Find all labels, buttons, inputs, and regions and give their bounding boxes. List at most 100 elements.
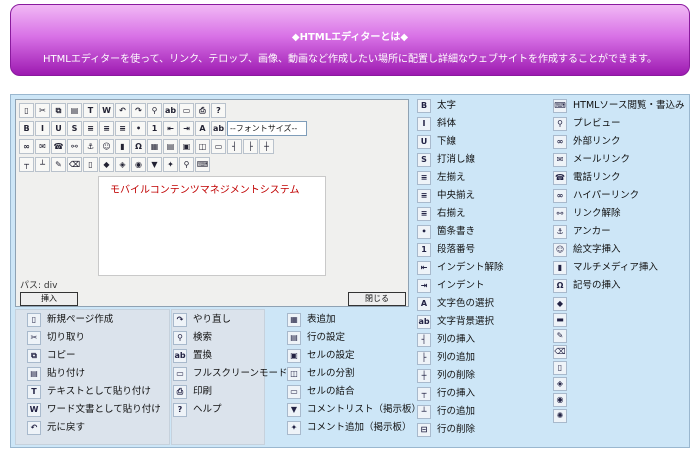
toolbar-row-3: ∞ ✉ ☎ ⚯ ⚓ ☺ ▮ Ω ▦ ▤ ▣ ◫ ▭ ┤ ├ ┼ <box>19 139 274 155</box>
insert-row-icon[interactable]: ┬ <box>19 157 34 172</box>
paste-icon: ▤ <box>27 367 41 381</box>
background-color-icon[interactable]: ab <box>211 121 226 136</box>
add-col-icon[interactable]: ├ <box>243 139 258 154</box>
split-cell-icon: ◫ <box>287 367 301 381</box>
delete-row-icon: ⊟ <box>417 423 431 437</box>
legend-item: ⇥ インデント <box>417 277 504 295</box>
undo-icon[interactable]: ↶ <box>115 103 130 118</box>
anchor-icon[interactable]: ⚓ <box>83 139 98 154</box>
legend-column-4: B 太字 I 斜体 U 下線 S 打消し線 ≡ 左揃え ≡ 中央揃え ≡ 右揃え • 箇条書き … <box>417 97 504 439</box>
row-props-icon[interactable]: ▤ <box>163 139 178 154</box>
paste-text-icon[interactable]: T <box>83 103 98 118</box>
layer-icon: ▬ <box>553 313 567 327</box>
clean-icon[interactable]: ⌫ <box>67 157 82 172</box>
legend-item: Ω 記号の挿入 <box>553 277 684 295</box>
legend-item: S 打消し線 <box>417 151 504 169</box>
find-icon[interactable]: ⚲ <box>147 103 162 118</box>
close-button[interactable]: 閉じる <box>348 292 406 306</box>
font-size-select[interactable]: --フォントサイズ-- <box>227 121 307 136</box>
legend-item: • 箇条書き <box>417 223 504 241</box>
paste-icon[interactable]: ▤ <box>67 103 82 118</box>
editor-content-area[interactable]: モバイルコンテンツマネジメントシステム <box>98 176 326 276</box>
comment-add-icon: ✦ <box>287 421 301 435</box>
anchor-icon: ⚓ <box>553 225 567 239</box>
widget-b-icon[interactable]: ◈ <box>115 157 130 172</box>
strikethrough-icon[interactable]: S <box>67 121 82 136</box>
mail-link-icon: ✉ <box>553 153 567 167</box>
bullet-list-icon[interactable]: • <box>131 121 146 136</box>
help-icon: ? <box>173 403 187 417</box>
strikethrough-icon: S <box>417 153 431 167</box>
table-icon[interactable]: ▦ <box>147 139 162 154</box>
replace-icon[interactable]: ab <box>163 103 178 118</box>
comment-list-icon[interactable]: ▼ <box>147 157 162 172</box>
edit-icon[interactable]: ✎ <box>51 157 66 172</box>
legend-item: ⊟ 行の削除 <box>417 421 504 439</box>
bold-icon[interactable]: B <box>19 121 34 136</box>
legend-item: ☺ 絵文字挿入 <box>553 241 684 259</box>
legend-item: T テキストとして貼り付け <box>27 383 161 401</box>
bold-icon: B <box>417 99 431 113</box>
redo-icon[interactable]: ↷ <box>131 103 146 118</box>
redo-icon: ↷ <box>173 313 187 327</box>
italic-icon[interactable]: I <box>35 121 50 136</box>
legend-item: ⎙ 印刷 <box>173 383 288 401</box>
print-icon[interactable]: ⎙ <box>195 103 210 118</box>
link-icon[interactable]: ∞ <box>19 139 34 154</box>
help-icon[interactable]: ? <box>211 103 226 118</box>
legend-item: ▤ 貼り付け <box>27 365 161 383</box>
legend-item: ≡ 左揃え <box>417 169 504 187</box>
legend-item: U 下線 <box>417 133 504 151</box>
align-left-icon[interactable]: ≡ <box>83 121 98 136</box>
mail-link-icon[interactable]: ✉ <box>35 139 50 154</box>
legend-item: ≡ 中央揃え <box>417 187 504 205</box>
phone-link-icon[interactable]: ☎ <box>51 139 66 154</box>
merge-cell-icon[interactable]: ▭ <box>211 139 226 154</box>
outdent-icon[interactable]: ⇤ <box>163 121 178 136</box>
paste-word-icon[interactable]: W <box>99 103 114 118</box>
emoji-icon: ☺ <box>553 243 567 257</box>
unlink-icon[interactable]: ⚯ <box>67 139 82 154</box>
legend-item: ∞ ハイパーリンク <box>553 187 684 205</box>
header-title: ◆HTMLエディターとは◆ <box>291 32 409 43</box>
copy-icon[interactable]: ⧉ <box>51 103 66 118</box>
multimedia-icon[interactable]: ▮ <box>115 139 130 154</box>
layer-icon[interactable]: ▯ <box>83 157 98 172</box>
emoji-icon[interactable]: ☺ <box>99 139 114 154</box>
widget-a-icon[interactable]: ◆ <box>99 157 114 172</box>
paste-text-icon: T <box>27 385 41 399</box>
comment-add-icon[interactable]: ✦ <box>163 157 178 172</box>
cell-props-icon[interactable]: ▣ <box>179 139 194 154</box>
split-cell-icon[interactable]: ◫ <box>195 139 210 154</box>
numbered-list-icon[interactable]: 1 <box>147 121 162 136</box>
widget-c-icon[interactable]: ◉ <box>131 157 146 172</box>
table-icon: ▦ <box>287 313 301 327</box>
legend-item: ↶ 元に戻す <box>27 419 161 437</box>
cut-icon: ✂ <box>27 331 41 345</box>
widget-c-icon: ◉ <box>553 393 567 407</box>
legend-item: ┴ 行の追加 <box>417 403 504 421</box>
indent-icon[interactable]: ⇥ <box>179 121 194 136</box>
preview-icon[interactable]: ⚲ <box>179 157 194 172</box>
merge-cell-icon: ▭ <box>287 385 301 399</box>
legend-item: ▭ フルスクリーンモード <box>173 365 288 383</box>
align-center-icon[interactable]: ≡ <box>99 121 114 136</box>
fullscreen-icon[interactable]: ▭ <box>179 103 194 118</box>
align-left-icon: ≡ <box>417 171 431 185</box>
html-source-icon[interactable]: ⌨ <box>195 157 210 172</box>
add-row-icon[interactable]: ┴ <box>35 157 50 172</box>
text-color-icon[interactable]: A <box>195 121 210 136</box>
underline-icon[interactable]: U <box>51 121 66 136</box>
delete-col-icon[interactable]: ┼ <box>259 139 274 154</box>
new-page-icon: ▯ <box>27 313 41 327</box>
symbol-icon[interactable]: Ω <box>131 139 146 154</box>
insert-col-icon[interactable]: ┤ <box>227 139 242 154</box>
legend-item: ✦ コメント追加（掲示板） <box>287 419 421 437</box>
preview-icon: ⚲ <box>553 117 567 131</box>
path-label: パス: div <box>20 281 58 291</box>
insert-button[interactable]: 挿入 <box>20 292 78 306</box>
legend-item: ∞ 外部リンク <box>553 133 684 151</box>
cut-icon[interactable]: ✂ <box>35 103 50 118</box>
new-page-icon[interactable]: ▯ <box>19 103 34 118</box>
align-right-icon[interactable]: ≡ <box>115 121 130 136</box>
